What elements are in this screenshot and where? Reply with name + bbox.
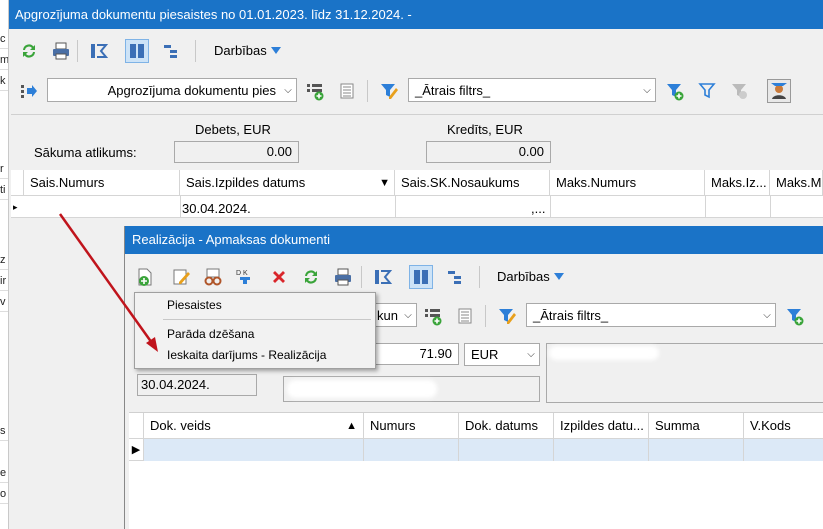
edit-icon[interactable] — [169, 265, 193, 289]
filter-add-icon[interactable] — [663, 79, 687, 103]
menu-item-piesaistes[interactable]: Piesaistes — [167, 298, 222, 312]
currency-select[interactable]: EUR ⌵ — [464, 343, 540, 366]
goto-icon[interactable] — [17, 79, 41, 103]
chevron-down-icon: ⌵ — [763, 309, 771, 321]
col-header-numurs[interactable]: Numurs — [364, 413, 459, 439]
edge-text: ir — [0, 271, 8, 291]
summary-panel — [11, 114, 823, 170]
col-header-izpildes-datums[interactable]: Izpildes datu... — [554, 413, 649, 439]
darbibas-popup-menu: Piesaistes Parāda dzēšana Ieskaita darīj… — [134, 292, 376, 369]
columns-icon[interactable] — [125, 39, 149, 63]
print-icon[interactable] — [331, 265, 355, 289]
col-header-sais-sk-nosaukums[interactable]: Sais.SK.Nosaukums — [395, 170, 550, 196]
col-header-sais-numurs[interactable]: Sais.Numurs — [24, 170, 180, 196]
filter-icon[interactable] — [695, 79, 719, 103]
list-icon[interactable] — [453, 304, 477, 328]
add-list-icon[interactable] — [303, 79, 327, 103]
grid-row-indicator-header — [129, 413, 144, 439]
col-header-dok-veids[interactable]: Dok. veids ▲ — [144, 413, 364, 439]
edge-text: c — [0, 29, 8, 49]
columns-icon[interactable] — [409, 265, 433, 289]
edge-text: v — [0, 292, 8, 312]
refresh-icon[interactable] — [17, 39, 41, 63]
row-date: 30.04.2024. — [182, 201, 251, 216]
edge-text: s — [0, 421, 8, 441]
col-header-summa[interactable]: Summa — [649, 413, 744, 439]
kredits-label: Kredīts, EUR — [447, 122, 523, 137]
kredits-value: 0.00 — [426, 141, 551, 163]
chevron-down-icon: ⌵ — [643, 84, 651, 96]
filter-edit-icon[interactable] — [377, 79, 401, 103]
redacted-partner — [287, 380, 437, 398]
darbibas-menu-button[interactable]: Darbības — [497, 269, 564, 284]
table-row[interactable] — [144, 439, 364, 461]
redacted-name — [399, 200, 529, 214]
col-header-maks-numurs[interactable]: Maks.Numurs — [550, 170, 705, 196]
edge-text: r — [0, 159, 8, 179]
table-cell[interactable] — [744, 439, 823, 461]
list-icon[interactable] — [335, 79, 359, 103]
darbibas-menu-button[interactable]: Darbības — [214, 43, 281, 58]
user-filter-icon[interactable] — [767, 79, 791, 103]
row-pointer-icon: ▸ — [13, 202, 18, 212]
filter-add-icon[interactable] — [783, 304, 807, 328]
document-type-select[interactable]: Apgrozījuma dokumentu pies ⌵ — [47, 78, 297, 102]
col-header-sais-izpildes-datums[interactable]: Sais.Izpildes datums ▼ — [180, 170, 395, 196]
row-name-tail: ,... — [531, 201, 546, 216]
redacted-number — [27, 200, 117, 214]
print-icon[interactable] — [49, 39, 73, 63]
edge-text: e — [0, 463, 8, 483]
edge-text: k — [0, 71, 8, 91]
sakuma-atlikums-label: Sākuma atlikums: — [34, 145, 137, 160]
svg-text:D K: D K — [236, 270, 248, 277]
quick-filter-select[interactable]: _Ātrais filtrs_ ⌵ — [526, 303, 776, 327]
col-header-maks-mk[interactable]: Maks.MK — [770, 170, 823, 196]
debets-value: 0.00 — [174, 141, 299, 163]
add-list-icon[interactable] — [421, 304, 445, 328]
sum-icon[interactable] — [371, 265, 395, 289]
col-header-v-kods[interactable]: V.Kods — [744, 413, 823, 439]
background-window-edge: c m k r ti z ir v s e o — [0, 0, 9, 529]
tree-icon[interactable] — [159, 39, 183, 63]
realizacija-window: Realizācija - Apmaksas dokumenti D K Dar… — [124, 226, 823, 529]
tree-icon[interactable] — [443, 265, 467, 289]
sort-asc-icon: ▲ — [346, 420, 357, 432]
chevron-down-icon: ⌵ — [527, 349, 535, 360]
edge-text: z — [0, 250, 8, 270]
debit-credit-icon[interactable]: D K — [233, 265, 257, 289]
chevron-down-icon — [270, 47, 281, 54]
table-cell[interactable] — [554, 439, 649, 461]
new-document-icon[interactable] — [133, 265, 157, 289]
col-header-maks-iz[interactable]: Maks.Iz... — [705, 170, 770, 196]
view-icon[interactable] — [201, 265, 225, 289]
redacted-info — [549, 346, 659, 360]
table-cell[interactable] — [649, 439, 744, 461]
sum-icon[interactable] — [87, 39, 111, 63]
menu-item-ieskaita-darijums[interactable]: Ieskaita darījums - Realizācija — [167, 348, 326, 362]
grid-row-indicator-header — [11, 170, 24, 196]
edge-text: m — [0, 50, 8, 70]
quick-filter-select[interactable]: _Ātrais filtrs_ ⌵ — [408, 78, 656, 102]
edge-text: ti — [0, 180, 8, 200]
filter-clear-icon[interactable] — [727, 79, 751, 103]
menu-separator — [163, 319, 371, 320]
chevron-down-icon: ⌵ — [404, 309, 412, 321]
refresh-icon[interactable] — [299, 265, 323, 289]
filter-edit-icon[interactable] — [495, 304, 519, 328]
chevron-down-icon — [553, 273, 564, 280]
sort-desc-icon: ▼ — [379, 177, 390, 189]
menu-item-parada-dzesana[interactable]: Parāda dzēšana — [167, 327, 254, 341]
col-header-dok-datums[interactable]: Dok. datums — [459, 413, 554, 439]
realizacija-window-title: Realizācija - Apmaksas dokumenti — [125, 226, 823, 254]
table-cell[interactable] — [459, 439, 554, 461]
edge-text: o — [0, 484, 8, 504]
chevron-down-icon: ⌵ — [284, 84, 292, 96]
row-pointer-icon: ▶ — [129, 439, 144, 461]
table-cell[interactable] — [364, 439, 459, 461]
debets-label: Debets, EUR — [195, 122, 271, 137]
main-window-title: Apgrozījuma dokumentu piesaistes no 01.0… — [9, 0, 823, 29]
date-field[interactable]: 30.04.2024. — [137, 374, 257, 396]
delete-icon[interactable] — [267, 265, 291, 289]
